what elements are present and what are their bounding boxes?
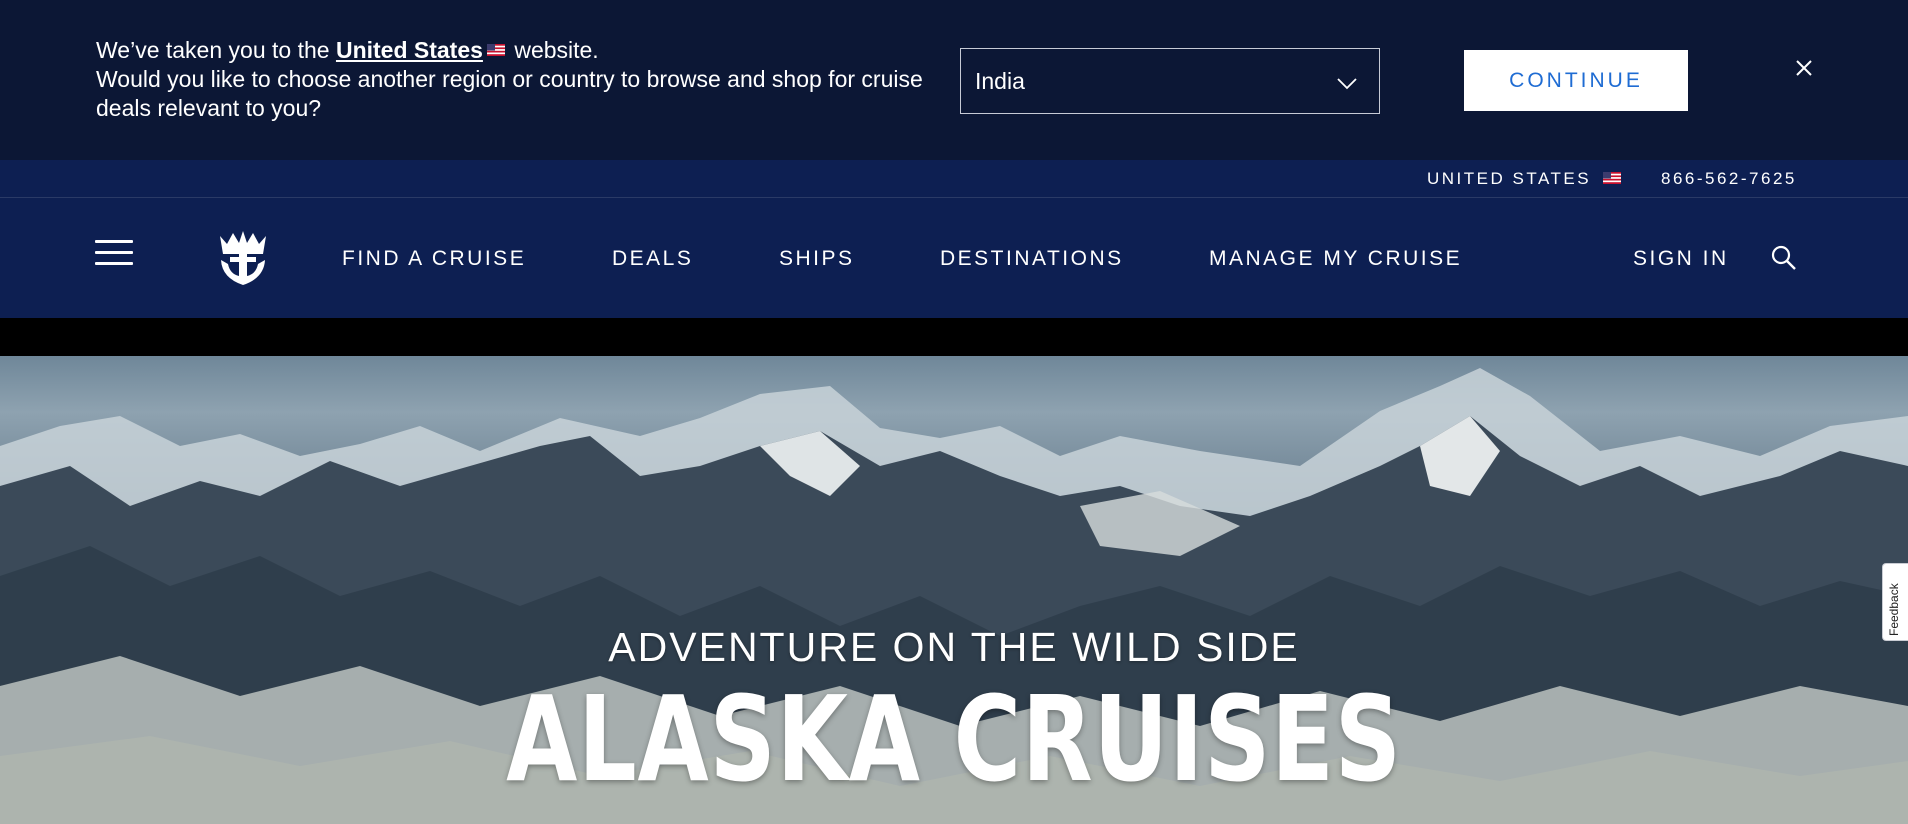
- region-message-suffix: website.: [507, 37, 599, 63]
- hero-banner: ADVENTURE ON THE WILD SIDE ALASKA CRUISE…: [0, 356, 1908, 824]
- nav-manage-my-cruise[interactable]: MANAGE MY CRUISE: [1209, 247, 1462, 271]
- continue-button[interactable]: CONTINUE: [1464, 50, 1688, 111]
- feedback-tab[interactable]: Feedback: [1882, 563, 1908, 641]
- nav-destinations[interactable]: DESTINATIONS: [940, 247, 1124, 271]
- close-icon[interactable]: [1792, 56, 1816, 80]
- region-message-prefix: We’ve taken you to the: [96, 37, 336, 63]
- hero-top-strip: [0, 318, 1908, 356]
- region-message-question: Would you like to choose another region …: [96, 66, 923, 121]
- country-selector[interactable]: UNITED STATES: [1427, 169, 1624, 189]
- country-selector-label: UNITED STATES: [1427, 169, 1592, 188]
- hero-title: ALASKA CRUISES: [506, 670, 1402, 808]
- nav-ships[interactable]: SHIPS: [779, 247, 855, 271]
- nav-find-a-cruise[interactable]: FIND A CRUISE: [342, 247, 526, 271]
- phone-number[interactable]: 866-562-7625: [1661, 169, 1797, 189]
- main-nav: FIND A CRUISE DEALS SHIPS DESTINATIONS M…: [0, 198, 1908, 318]
- utility-bar: UNITED STATES 866-562-7625: [0, 160, 1908, 198]
- region-banner: We’ve taken you to the United States web…: [0, 0, 1908, 160]
- search-icon[interactable]: [1770, 244, 1798, 272]
- region-message: We’ve taken you to the United States web…: [96, 36, 956, 123]
- hero-subtitle: ADVENTURE ON THE WILD SIDE: [608, 624, 1300, 670]
- sign-in-link[interactable]: SIGN IN: [1633, 247, 1729, 271]
- nav-deals[interactable]: DEALS: [612, 247, 693, 271]
- us-flag-icon: [486, 44, 505, 57]
- us-flag-icon: [1603, 171, 1622, 184]
- chevron-down-icon: [1337, 69, 1357, 96]
- hamburger-menu-icon[interactable]: [95, 240, 133, 268]
- current-country-link[interactable]: United States: [336, 37, 483, 63]
- region-select[interactable]: India: [960, 48, 1380, 114]
- feedback-label: Feedback: [1887, 583, 1901, 636]
- crown-anchor-logo-icon[interactable]: [216, 230, 270, 286]
- region-select-value: India: [975, 67, 1025, 94]
